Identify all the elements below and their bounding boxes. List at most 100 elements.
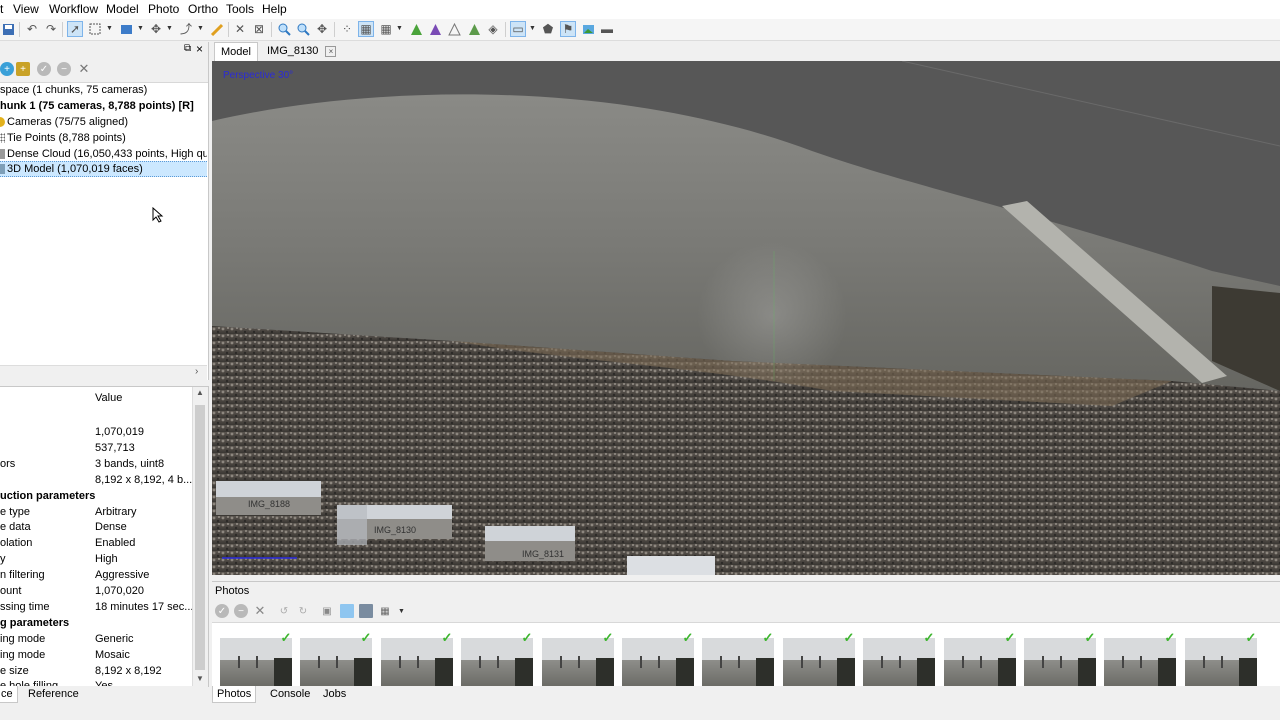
property-group-row[interactable]: uction parameters [0, 488, 192, 504]
show-images-icon[interactable] [580, 21, 596, 37]
property-row[interactable]: e type Arbitrary [0, 504, 192, 520]
property-row[interactable]: ssing time 18 minutes 17 sec... [0, 599, 192, 615]
chevron-down-icon[interactable]: ▼ [106, 25, 113, 32]
camera-frame[interactable] [216, 481, 321, 515]
tab-reference[interactable]: Reference [24, 686, 83, 702]
undo-icon[interactable]: ↶ [24, 21, 40, 37]
tree-row-chunk[interactable]: hunk 1 (75 cameras, 8,788 points) [R] [0, 98, 207, 114]
delete-selection-icon[interactable]: ✕ [232, 21, 248, 37]
photo-thumbnail[interactable] [863, 638, 935, 686]
photo-thumbnail[interactable] [702, 638, 774, 686]
scrollbar-thumb[interactable] [195, 405, 205, 670]
property-row[interactable]: 537,713 [0, 440, 192, 456]
chevron-down-icon[interactable]: ▼ [398, 608, 405, 615]
property-row[interactable]: ors 3 bands, uint8 [0, 456, 192, 472]
dense-cloud-icon[interactable]: ▦ [358, 21, 374, 37]
move-view-icon[interactable]: ✥ [314, 21, 330, 37]
property-row[interactable]: 8,192 x 8,192, 4 b... [0, 472, 192, 488]
tab-console[interactable]: Console [266, 686, 314, 702]
model-wireframe-icon[interactable] [446, 21, 462, 37]
model-viewport[interactable]: Perspective 30° IMG_8188 IMG_8130 IMG_81… [212, 61, 1280, 575]
disable-icon[interactable]: − [57, 62, 71, 76]
menu-ortho[interactable]: Ortho [188, 2, 218, 16]
photo-thumbnail[interactable] [783, 638, 855, 686]
save-icon[interactable] [0, 21, 16, 37]
menu-model[interactable]: Model [106, 2, 139, 16]
rotate-left-icon[interactable]: ↺ [277, 604, 291, 618]
menu-help[interactable]: Help [262, 2, 287, 16]
tab-model[interactable]: Model [214, 42, 258, 61]
disable-icon[interactable]: − [234, 604, 248, 618]
property-row[interactable]: n filtering Aggressive [0, 567, 192, 583]
grid-view-icon[interactable]: ▦ [378, 604, 392, 618]
photo-thumbnail[interactable] [220, 638, 292, 686]
resize-region-icon[interactable] [118, 21, 134, 37]
chevron-down-icon[interactable]: ▼ [166, 25, 173, 32]
chevron-down-icon[interactable]: ▼ [529, 25, 536, 32]
tree-row-workspace[interactable]: space (1 chunks, 75 cameras) [0, 82, 207, 98]
ruler-icon[interactable] [208, 21, 224, 37]
chevron-down-icon[interactable]: ▼ [196, 674, 204, 683]
details-view-icon[interactable] [359, 604, 373, 618]
property-row[interactable]: ing mode Mosaic [0, 647, 192, 663]
add-photos-icon[interactable]: + [16, 62, 30, 76]
grid-icon[interactable]: ▦ [378, 21, 394, 37]
photo-thumbnail[interactable] [381, 638, 453, 686]
menu-tools[interactable]: Tools [226, 2, 254, 16]
photo-thumbnail[interactable] [300, 638, 372, 686]
tiled-model-icon[interactable]: ◈ [485, 21, 501, 37]
tree-row-cameras[interactable]: Cameras (75/75 aligned) [0, 114, 207, 130]
model-solid-icon[interactable] [427, 21, 443, 37]
tab-photos[interactable]: Photos [212, 686, 257, 703]
menu-view[interactable]: View [13, 2, 39, 16]
rectangle-selection-icon[interactable] [87, 21, 103, 37]
menu-workflow[interactable]: Workflow [49, 2, 98, 16]
navigation-cursor-icon[interactable]: ➚ [67, 21, 83, 37]
mask-icon[interactable]: ▣ [320, 604, 334, 618]
enable-icon[interactable]: ✓ [37, 62, 51, 76]
point-cloud-icon[interactable]: ⁘ [339, 21, 355, 37]
show-region-icon[interactable]: ▬ [599, 21, 615, 37]
property-row[interactable]: 1,070,019 [0, 424, 192, 440]
redo-icon[interactable]: ↷ [43, 21, 59, 37]
remove-icon[interactable]: ✕ [77, 61, 91, 76]
property-row[interactable]: e data Dense [0, 519, 192, 535]
property-row[interactable]: y High [0, 551, 192, 567]
zoom-in-icon[interactable] [276, 21, 292, 37]
tab-photo-img-8130[interactable]: IMG_8130 × [261, 42, 342, 60]
tree-row-dense-cloud[interactable]: Dense Cloud (16,050,433 points, High qua [0, 146, 207, 162]
photo-thumbnail[interactable] [944, 638, 1016, 686]
zoom-out-icon[interactable] [295, 21, 311, 37]
photo-thumbnail[interactable] [542, 638, 614, 686]
photo-thumbnail[interactable] [461, 638, 533, 686]
show-markers-icon[interactable]: ⚑ [560, 21, 576, 37]
menu-edit[interactable]: t [0, 2, 3, 16]
show-shapes-icon[interactable]: ⬟ [540, 21, 556, 37]
property-row[interactable]: e size 8,192 x 8,192 [0, 663, 192, 679]
chevron-down-icon[interactable]: ▼ [137, 25, 144, 32]
tab-jobs[interactable]: Jobs [319, 686, 350, 702]
property-row[interactable]: olation Enabled [0, 535, 192, 551]
tree-row-3d-model[interactable]: 3D Model (1,070,019 faces) [0, 161, 207, 177]
workspace-horizontal-scrollbar[interactable]: › [0, 365, 207, 380]
photo-thumbnail[interactable] [622, 638, 694, 686]
camera-frame[interactable] [627, 556, 715, 575]
property-row[interactable]: ount 1,070,020 [0, 583, 192, 599]
enable-icon[interactable]: ✓ [215, 604, 229, 618]
photo-thumbnail[interactable] [1024, 638, 1096, 686]
model-textured-icon[interactable] [466, 21, 482, 37]
property-row[interactable]: ing mode Generic [0, 631, 192, 647]
close-icon[interactable]: × [325, 46, 337, 57]
chevron-up-icon[interactable]: ▲ [196, 388, 204, 397]
add-chunk-icon[interactable]: + [0, 62, 14, 76]
model-shaded-icon[interactable] [408, 21, 424, 37]
chevron-right-icon[interactable]: › [195, 366, 198, 377]
chevron-down-icon[interactable]: ▼ [197, 25, 204, 32]
property-group-row[interactable]: g parameters [0, 615, 192, 631]
close-icon[interactable]: × [196, 42, 203, 56]
crop-selection-icon[interactable]: ⊠ [251, 21, 267, 37]
properties-vertical-scrollbar[interactable]: ▲ ▼ [192, 387, 208, 687]
rotate-right-icon[interactable]: ↻ [296, 604, 310, 618]
photo-thumbnail[interactable] [1185, 638, 1257, 686]
tab-workspace[interactable]: ce [0, 686, 18, 703]
